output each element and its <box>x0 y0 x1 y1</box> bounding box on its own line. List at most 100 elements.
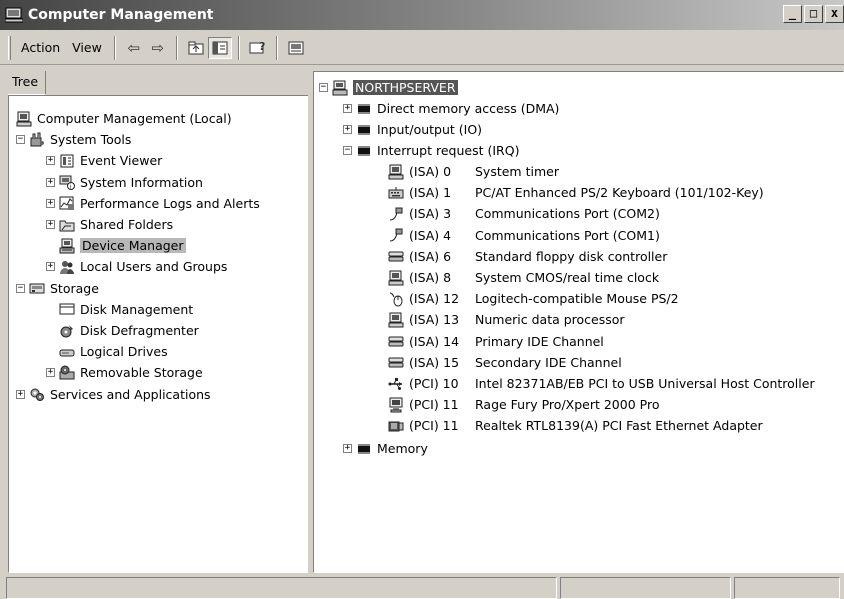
irq-entry[interactable]: (ISA) 3 Communications Port (COM2) <box>388 203 660 224</box>
irq-entry[interactable]: (PCI) 11 Realtek RTL8139(A) PCI Fast Ethe… <box>388 415 763 436</box>
tree-item-label: Communications Port (COM2) <box>475 206 660 222</box>
expand-icon[interactable]: + <box>343 125 352 134</box>
irq-entry[interactable]: (ISA) 6 Standard floppy disk controller <box>388 246 667 267</box>
chip-icon <box>356 143 372 159</box>
collapse-icon[interactable]: − <box>319 83 328 92</box>
tree-item-disk-defragmenter[interactable]: Disk Defragmenter <box>59 320 199 341</box>
window-title: Computer Management <box>28 7 214 23</box>
chip-icon <box>356 441 372 457</box>
tree-item-label: Disk Defragmenter <box>80 323 199 338</box>
services-icon <box>29 386 45 402</box>
tree-item-label: PC/AT Enhanced PS/2 Keyboard (101/102-Ke… <box>475 185 764 201</box>
up-one-level-icon[interactable] <box>184 37 208 59</box>
tree-item-disk-management[interactable]: Disk Management <box>59 299 193 320</box>
computer-icon <box>388 164 404 180</box>
expand-icon[interactable]: + <box>46 156 55 166</box>
expand-icon[interactable]: + <box>16 389 25 399</box>
tree-item-label: Device Manager <box>80 238 186 254</box>
chip-icon <box>356 122 372 138</box>
irq-code: (ISA) 14 <box>409 333 460 349</box>
tree-item-logical-drives[interactable]: Logical Drives <box>59 341 168 362</box>
expand-icon[interactable]: + <box>46 177 55 187</box>
tree-item-label: Intel 82371AB/EB PCI to USB Universal Ho… <box>475 376 815 391</box>
tree-item-label: Secondary IDE Channel <box>475 354 622 370</box>
tree-item-storage[interactable]: − Storage <box>16 278 99 299</box>
tree-item-performance-logs[interactable]: + Performance Logs and Alerts <box>46 193 260 214</box>
irq-entry[interactable]: (PCI) 11 Rage Fury Pro/Xpert 2000 Pro <box>388 394 659 415</box>
irq-code: (ISA) 12 <box>409 291 460 307</box>
tree-item-label: Local Users and Groups <box>80 259 228 275</box>
irq-code: (PCI) 10 <box>409 376 459 391</box>
minimize-button[interactable]: _ <box>783 5 802 23</box>
tree-item-dma[interactable]: + Direct memory access (DMA) <box>343 98 559 119</box>
print-icon[interactable] <box>284 37 308 59</box>
tree-item-northpserver[interactable]: − NORTHPSERVER <box>319 77 458 98</box>
tree-item-irq[interactable]: − Interrupt request (IRQ) <box>343 140 519 161</box>
irq-entry[interactable]: (ISA) 12 Logitech-compatible Mouse PS/2 <box>388 288 679 309</box>
tree-item-system-information[interactable]: + i System Information <box>46 172 203 193</box>
expand-icon[interactable]: + <box>343 444 352 453</box>
tree-item-device-manager[interactable]: Device Manager <box>59 235 186 256</box>
irq-entry[interactable]: (ISA) 14 Primary IDE Channel <box>388 331 604 352</box>
irq-entry[interactable]: (PCI) 10 Intel 82371AB/EB PCI to USB Univ… <box>388 373 815 394</box>
expand-icon[interactable]: + <box>46 262 55 272</box>
tree-item-label: System Tools <box>50 132 132 148</box>
tree-item-io[interactable]: + Input/output (IO) <box>343 119 482 140</box>
tree-item-label: System CMOS/real time clock <box>475 270 660 285</box>
tab-tree[interactable]: Tree <box>8 71 47 95</box>
collapse-icon[interactable]: − <box>16 283 25 293</box>
tree-item-memory[interactable]: + Memory <box>343 438 428 459</box>
back-arrow-icon[interactable]: ⇦ <box>122 37 146 59</box>
forward-arrow-icon[interactable]: ⇨ <box>146 37 170 59</box>
expand-icon[interactable]: + <box>46 368 55 378</box>
disk-controller-icon <box>388 333 404 349</box>
close-button[interactable]: x <box>825 5 844 23</box>
irq-entry[interactable]: (ISA) 4 Communications Port (COM1) <box>388 225 660 246</box>
logical-drives-icon <box>59 344 75 360</box>
irq-entry[interactable]: (ISA) 13 Numeric data processor <box>388 309 625 330</box>
irq-code: (ISA) 13 <box>409 312 460 328</box>
tree-item-shared-folders[interactable]: + Shared Folders <box>46 214 173 235</box>
irq-code: (ISA) 4 <box>409 227 452 243</box>
tree-item-services-applications[interactable]: + Services and Applications <box>16 384 211 405</box>
expand-icon[interactable]: + <box>343 104 352 113</box>
tree-item-label: Services and Applications <box>50 386 211 402</box>
view-menu[interactable]: View <box>66 38 108 57</box>
computer-icon <box>388 312 404 328</box>
action-menu[interactable]: Action <box>15 38 66 57</box>
tree-item-label: Performance Logs and Alerts <box>80 195 260 211</box>
collapse-icon[interactable]: − <box>343 146 352 155</box>
defragmenter-icon <box>59 323 75 339</box>
irq-entry[interactable]: (ISA) 1 PC/AT Enhanced PS/2 Keyboard (101… <box>388 182 764 203</box>
help-icon[interactable]: ? <box>246 37 270 59</box>
tree-item-computer-management[interactable]: Computer Management (Local) <box>16 108 232 129</box>
mouse-icon <box>388 291 404 307</box>
collapse-icon[interactable]: − <box>16 135 25 145</box>
tree-item-label: Rage Fury Pro/Xpert 2000 Pro <box>475 397 660 413</box>
expand-icon[interactable]: + <box>46 220 55 229</box>
show-hide-tree-icon[interactable] <box>207 36 232 59</box>
computer-management-window: Computer Management _ □ x Action View ⇦ … <box>0 0 844 599</box>
maximize-button[interactable]: □ <box>804 5 823 23</box>
tree-item-label: Removable Storage <box>80 365 203 381</box>
tree-item-removable-storage[interactable]: + Removable Storage <box>46 362 203 383</box>
removable-storage-icon <box>59 365 75 381</box>
toolbar: Action View ⇦ ⇨ ? <box>0 31 844 65</box>
title-bar[interactable]: Computer Management _ □ x <box>0 0 844 30</box>
tree-item-label: Interrupt request (IRQ) <box>377 143 520 158</box>
irq-entry[interactable]: (ISA) 15 Secondary IDE Channel <box>388 352 622 373</box>
irq-entry[interactable]: (ISA) 8 System CMOS/real time clock <box>388 267 659 288</box>
keyboard-icon <box>388 185 404 201</box>
chip-icon <box>356 101 372 117</box>
status-bar <box>0 577 844 599</box>
tree-item-label: Disk Management <box>80 301 194 317</box>
tools-icon <box>29 132 45 148</box>
toolbar-grip[interactable] <box>8 35 11 60</box>
tree-item-local-users-groups[interactable]: + Local Users and Groups <box>46 256 227 277</box>
tree-item-label: Shared Folders <box>80 217 174 232</box>
tree-item-event-viewer[interactable]: + Event Viewer <box>46 150 162 171</box>
irq-entry[interactable]: (ISA) 0 System timer <box>388 161 559 182</box>
tree-item-system-tools[interactable]: − System Tools <box>16 129 131 150</box>
expand-icon[interactable]: + <box>46 198 55 208</box>
disk-controller-icon <box>388 354 404 370</box>
